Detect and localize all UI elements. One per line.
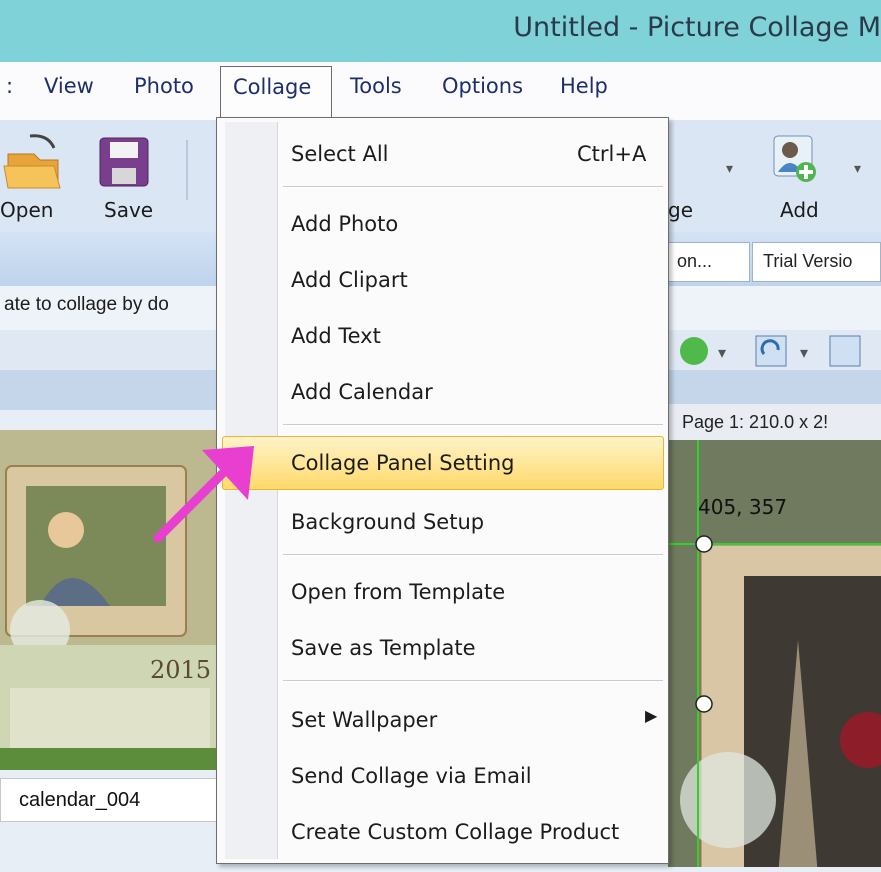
- menu-separator: [283, 424, 663, 426]
- menu-item-send-email[interactable]: Send Collage via Email: [291, 764, 532, 788]
- save-label: Save: [104, 198, 154, 222]
- menu-item-set-wallpaper[interactable]: Set Wallpaper: [291, 708, 437, 732]
- menu-item-open-from-template[interactable]: Open from Template: [291, 580, 505, 604]
- page-info: Page 1: 210.0 x 2!: [682, 412, 829, 432]
- collage-menu-dropdown: Select All Ctrl+A Add Photo Add Clipart …: [216, 117, 669, 864]
- folder-open-icon: [3, 134, 61, 189]
- shortcut-ctrl-a: Ctrl+A: [577, 142, 647, 166]
- change-label: ge: [668, 198, 693, 222]
- trial-version-field[interactable]: Trial Versio: [752, 242, 881, 282]
- svg-text:▾: ▾: [718, 345, 726, 362]
- menu-separator: [283, 680, 663, 682]
- open-button[interactable]: [0, 132, 62, 192]
- canvas-tool-icons: ▾ ▾: [680, 335, 861, 367]
- chevron-down-icon[interactable]: ▾: [854, 160, 861, 177]
- menu-view[interactable]: View: [44, 74, 94, 98]
- menu-item-background-setup[interactable]: Background Setup: [291, 510, 484, 534]
- toolbar-divider: [186, 140, 188, 200]
- menu-item-select-all[interactable]: Select All: [291, 142, 389, 166]
- menu-item-add-clipart[interactable]: Add Clipart: [291, 268, 408, 292]
- menu-collage[interactable]: Collage: [220, 66, 332, 118]
- menu-tools[interactable]: Tools: [350, 74, 402, 98]
- menu-options[interactable]: Options: [442, 74, 523, 98]
- thumbnail-caption-field[interactable]: calendar_004: [0, 778, 218, 822]
- coordinate-readout: 405, 357: [698, 495, 787, 519]
- title-bar: Untitled - Picture Collage M: [0, 0, 881, 62]
- menu-separator: [283, 186, 663, 188]
- menu-item-add-photo[interactable]: Add Photo: [291, 212, 398, 236]
- menu-help[interactable]: Help: [560, 74, 608, 98]
- thumbnail-caption: calendar_004: [19, 789, 141, 811]
- menu-item-add-text[interactable]: Add Text: [291, 324, 381, 348]
- hint-text: ate to collage by do: [4, 294, 169, 315]
- menu-item-create-product[interactable]: Create Custom Collage Product: [291, 820, 619, 844]
- window-title: Untitled - Picture Collage M: [513, 12, 881, 43]
- menu-bar: : View Photo Tools Options Help: [0, 62, 881, 121]
- menu-item-label: Collage Panel Setting: [291, 451, 515, 475]
- menu-file-fragment[interactable]: :: [6, 74, 13, 98]
- add-person-icon: [773, 135, 816, 182]
- menu-item-collage-panel-setting[interactable]: Collage Panel Setting: [222, 436, 664, 490]
- option-text: on...: [677, 251, 713, 271]
- floppy-disk-icon: [99, 137, 149, 187]
- collage-photo: 405, 357: [668, 440, 881, 872]
- menu-separator: [283, 554, 663, 556]
- save-button[interactable]: [98, 134, 152, 190]
- option-field[interactable]: on...: [668, 242, 750, 282]
- svg-text:▾: ▾: [800, 345, 808, 362]
- menu-photo[interactable]: Photo: [134, 74, 194, 98]
- calendar-year: 2015: [150, 656, 211, 684]
- chevron-down-icon[interactable]: ▾: [726, 160, 733, 177]
- arrow-down-icon: [680, 337, 708, 365]
- add-button[interactable]: [770, 132, 818, 190]
- menu-item-save-as-template[interactable]: Save as Template: [291, 636, 476, 660]
- rotate-left-icon: [829, 335, 861, 367]
- page-info-bar: Page 1: 210.0 x 2!: [668, 404, 881, 442]
- open-label: Open: [0, 198, 54, 222]
- collage-canvas[interactable]: 405, 357: [668, 440, 881, 872]
- submenu-arrow-icon: ▶: [645, 706, 658, 725]
- annotation-arrow-icon: [153, 446, 254, 543]
- menu-item-add-calendar[interactable]: Add Calendar: [291, 380, 433, 404]
- menu-collage-label: Collage: [233, 75, 312, 99]
- trial-version-text: Trial Versio: [763, 251, 853, 271]
- add-label: Add: [780, 198, 819, 222]
